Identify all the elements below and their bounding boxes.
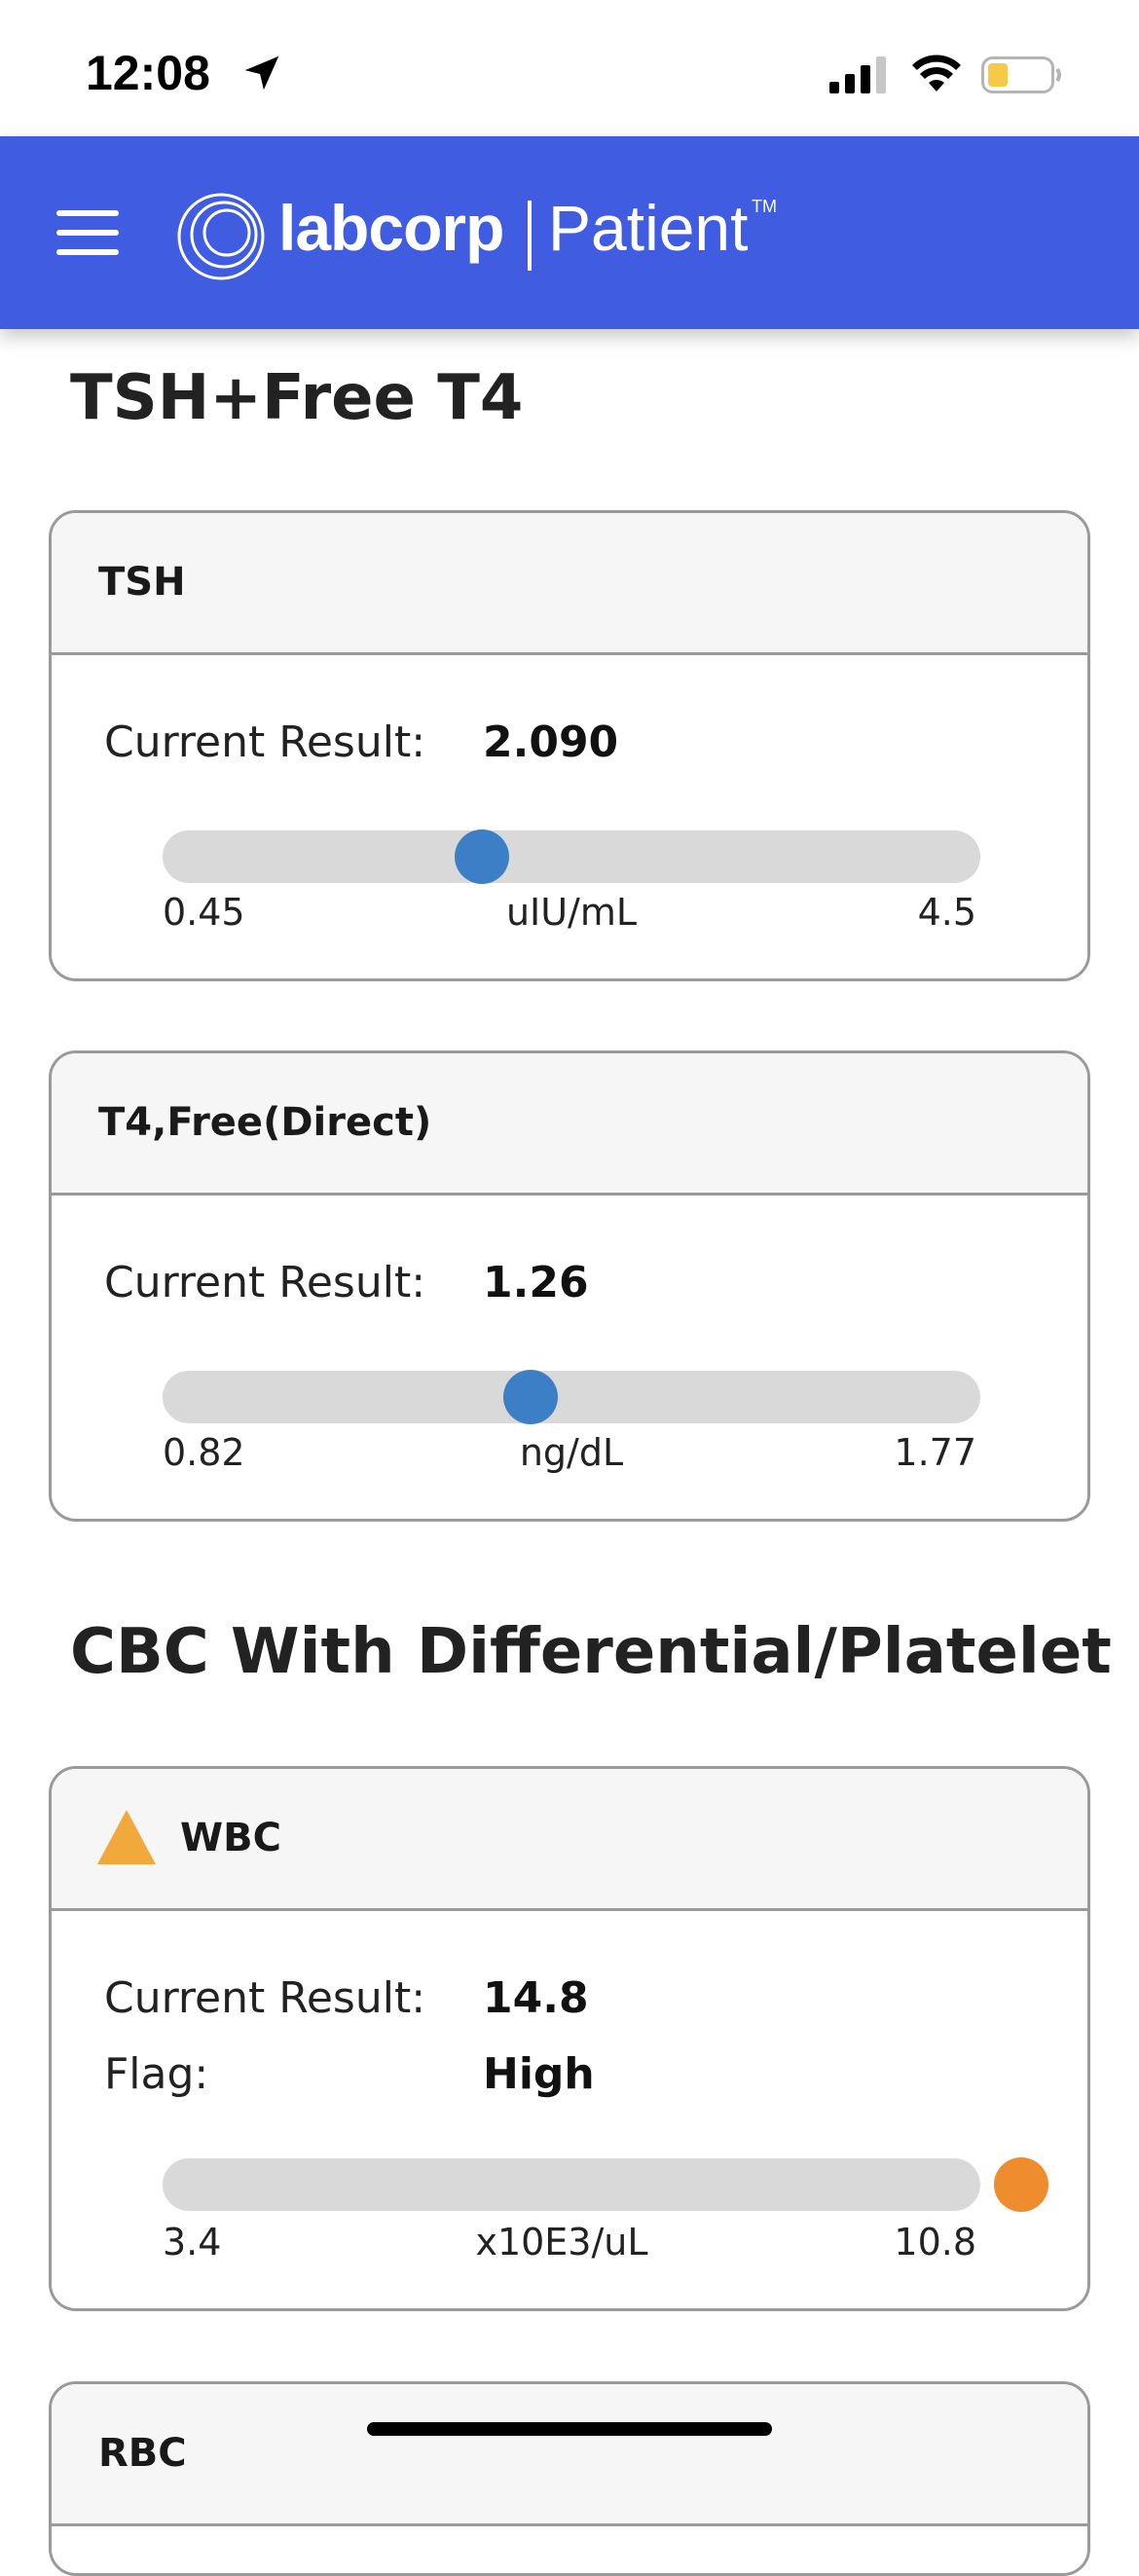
cellular-signal-icon [829, 56, 886, 93]
section-title-cbc: CBC With Differential/Platelet [70, 1616, 1112, 1688]
section-title-thyroid: TSH+Free T4 [70, 362, 524, 434]
result-marker [503, 1370, 558, 1424]
brand-product: Patient [548, 192, 749, 264]
result-card-rbc[interactable]: RBC [49, 2381, 1090, 2576]
current-result-value: 1.26 [483, 1258, 589, 1307]
trademark-mark: TM [752, 197, 777, 216]
current-result-label: Current Result: [104, 1973, 426, 2023]
test-name: RBC [98, 2431, 187, 2476]
battery-low-icon [981, 56, 1061, 93]
range-unit: x10E3/uL [475, 2221, 648, 2263]
app-header: labcorp Patient TM [0, 136, 1139, 329]
range-high-value: 10.8 [894, 2221, 976, 2263]
card-header: RBC [52, 2384, 1087, 2526]
result-card-tsh[interactable]: TSH Current Result: 2.090 0.45 uIU/mL 4.… [49, 510, 1090, 981]
range-unit: uIU/mL [505, 891, 638, 934]
location-arrow-icon [244, 55, 279, 91]
range-unit: ng/dL [519, 1431, 624, 1474]
card-header: T4,Free(Direct) [52, 1053, 1087, 1196]
labcorp-logo-icon [177, 193, 265, 280]
reference-range-bar [163, 2157, 1048, 2212]
reference-range-bar [163, 1370, 980, 1424]
range-low-value: 0.82 [163, 1431, 245, 1474]
result-marker [454, 829, 509, 884]
wifi-icon [912, 55, 961, 92]
range-high-value: 4.5 [917, 891, 976, 934]
range-low-value: 0.45 [163, 891, 245, 934]
brand-divider [528, 201, 532, 271]
warning-triangle-icon [97, 1810, 156, 1864]
result-card-t4-free[interactable]: T4,Free(Direct) Current Result: 1.26 0.8… [49, 1050, 1090, 1522]
range-low-value: 3.4 [163, 2221, 222, 2263]
result-marker [994, 2157, 1048, 2212]
flag-label: Flag: [104, 2049, 209, 2099]
test-name: T4,Free(Direct) [98, 1100, 432, 1145]
flag-value: High [483, 2049, 595, 2099]
current-result-label: Current Result: [104, 1258, 426, 1307]
home-indicator[interactable] [367, 2422, 772, 2436]
range-high-value: 1.77 [894, 1431, 976, 1474]
hamburger-menu-icon[interactable] [51, 199, 125, 267]
current-result-value: 2.090 [483, 718, 619, 767]
reference-range-bar [163, 829, 980, 884]
current-result-value: 14.8 [483, 1973, 589, 2023]
current-result-label: Current Result: [104, 718, 426, 767]
status-bar: 12:08 [0, 0, 1139, 136]
card-header: TSH [52, 513, 1087, 655]
card-header: WBC [52, 1769, 1087, 1911]
test-name: TSH [98, 560, 186, 605]
result-card-wbc[interactable]: WBC Current Result: 14.8 Flag: High 3.4 … [49, 1766, 1090, 2311]
status-time: 12:08 [86, 46, 210, 100]
test-name: WBC [180, 1816, 281, 1860]
brand-name: labcorp [278, 192, 504, 264]
